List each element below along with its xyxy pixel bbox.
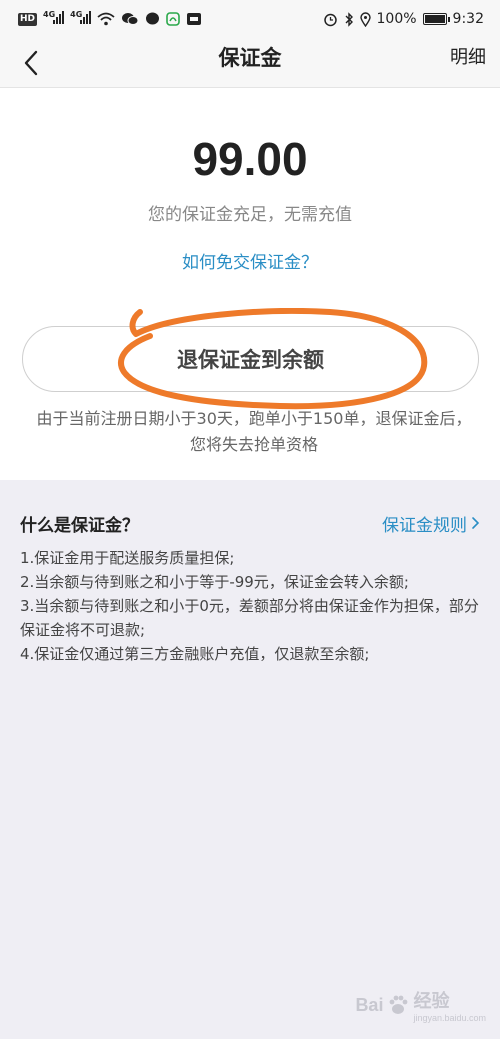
- refund-deposit-label: 退保证金到余额: [177, 348, 324, 372]
- signal-icon-1: 4G: [43, 10, 65, 28]
- wifi-icon: [97, 12, 115, 26]
- chevron-right-icon: [472, 517, 480, 529]
- refund-deposit-button[interactable]: 退保证金到余额: [22, 326, 479, 392]
- app-icon: [166, 12, 181, 26]
- deposit-rules-link[interactable]: 保证金规则: [382, 511, 480, 536]
- rule-item: 4.保证金仅通过第三方金融账户充值，仅退款至余额;: [20, 645, 370, 663]
- rules-list: 1.保证金用于配送服务质量担保; 2.当余额与待到账之和小于等于-99元，保证金…: [20, 546, 480, 666]
- refund-notice: 由于当前注册日期小于30天，跑单小于150单，退保证金后，您将失去抢单资格: [36, 409, 472, 454]
- location-icon: [359, 11, 371, 27]
- baidu-watermark: Bai 经验 jingyan.baidu.com: [355, 987, 486, 1023]
- watermark-brand: Bai: [355, 994, 384, 1015]
- info-header: 什么是保证金？ 保证金规则: [20, 510, 480, 536]
- alarm-icon: [323, 13, 337, 26]
- status-left: HD 4G 4G: [18, 10, 202, 28]
- status-bar: HD 4G 4G 100% 9:32: [0, 0, 500, 38]
- battery-icon: [422, 13, 450, 25]
- signal-icon-2: 4G: [70, 10, 92, 28]
- message-icon: [146, 12, 160, 25]
- nav-bar: 保证金 明细: [0, 38, 500, 88]
- hd-badge: HD: [18, 12, 38, 26]
- page-title: 保证金: [218, 46, 282, 70]
- watermark-sub: jingyan.baidu.com: [413, 1013, 486, 1023]
- bluetooth-icon: [345, 11, 353, 27]
- deposit-rules-label: 保证金规则: [382, 515, 467, 536]
- clock: 9:32: [452, 11, 484, 27]
- status-right: 100% 9:32: [323, 11, 484, 27]
- deposit-status-text: 您的保证金充足，无需充值: [148, 205, 352, 225]
- watermark-suffix: 经验: [413, 991, 450, 1011]
- wechat-icon: [122, 13, 139, 25]
- deposit-card: 99.00 您的保证金充足，无需充值 如何免交保证金？ 退保证金到余额 由于当前…: [0, 88, 500, 480]
- rule-item: 2.当余额与待到账之和小于等于-99元，保证金会转入余额;: [20, 573, 409, 591]
- info-title: 什么是保证金？: [20, 515, 139, 536]
- rule-item: 3.当余额与待到账之和小于0元，差额部分将由保证金作为担保，部分保证金将不可退款…: [20, 597, 479, 639]
- rule-item: 1.保证金用于配送服务质量担保;: [20, 549, 235, 567]
- paw-logo-icon: [390, 995, 408, 1014]
- how-to-waive-link[interactable]: 如何免交保证金？: [0, 248, 500, 273]
- detail-button[interactable]: 明细: [450, 38, 486, 78]
- store-icon: [187, 13, 202, 25]
- battery-percent: 100%: [376, 11, 417, 27]
- deposit-amount: 99.00: [192, 133, 308, 185]
